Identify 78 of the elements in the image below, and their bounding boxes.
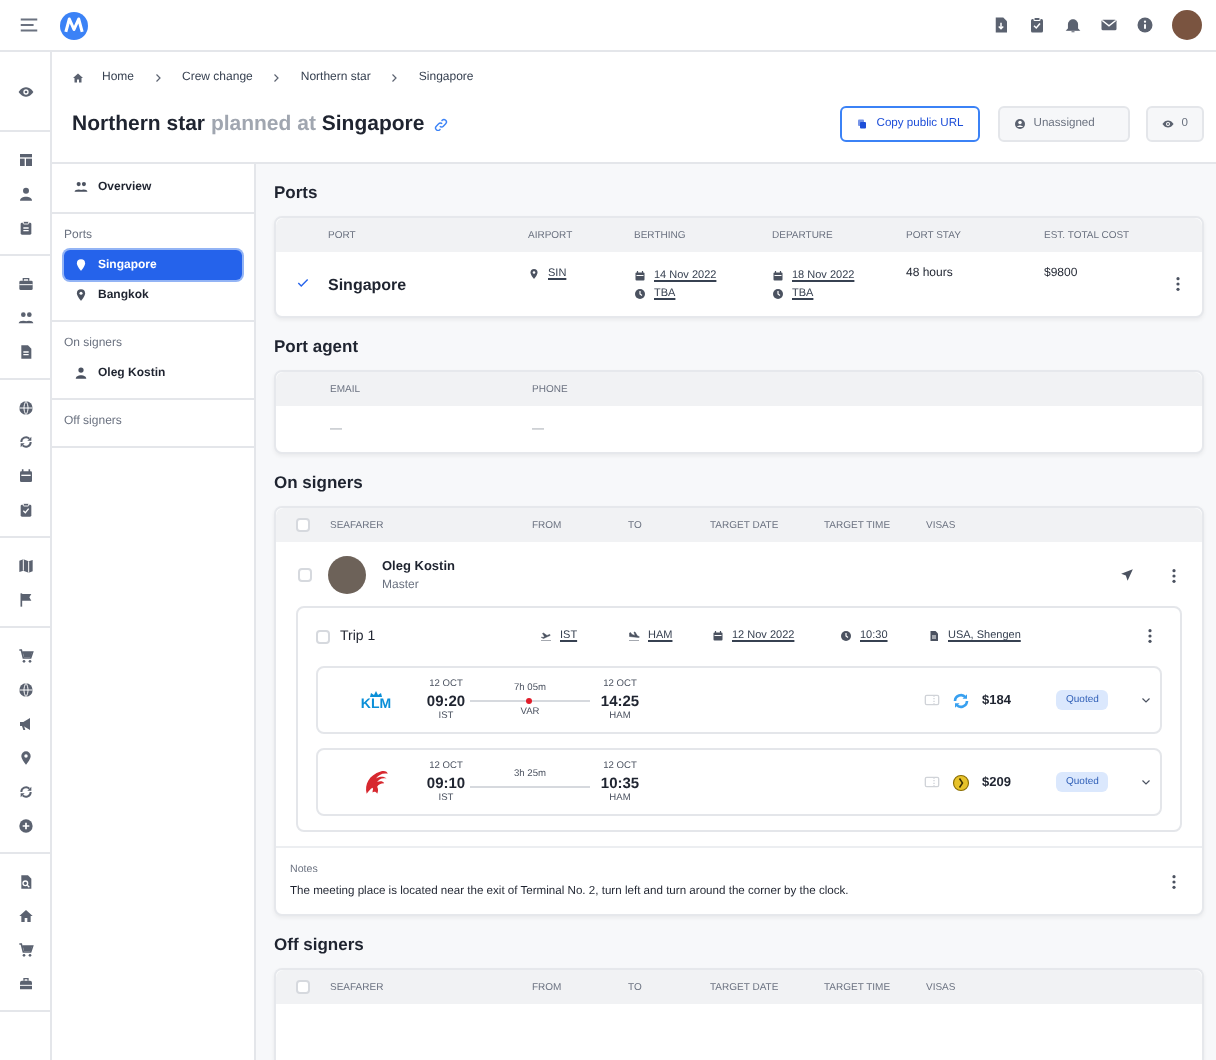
takeoff-icon bbox=[540, 630, 552, 642]
more-icon[interactable] bbox=[1166, 873, 1182, 889]
route-line bbox=[470, 786, 590, 788]
chevron-right-icon bbox=[388, 72, 401, 84]
clipboard-icon[interactable] bbox=[17, 219, 33, 235]
refresh-icon bbox=[952, 691, 970, 709]
eye-icon[interactable] bbox=[17, 83, 33, 99]
section-heading: Ports bbox=[274, 180, 320, 204]
location-pin-icon bbox=[528, 268, 540, 280]
clipboard-check-icon[interactable] bbox=[17, 501, 33, 517]
more-icon[interactable] bbox=[1170, 276, 1186, 292]
document-search-icon[interactable] bbox=[17, 873, 33, 889]
cart-icon[interactable] bbox=[17, 647, 33, 663]
clipboard-check-icon[interactable] bbox=[1028, 16, 1046, 34]
briefcase-icon[interactable] bbox=[17, 275, 33, 291]
copy-icon bbox=[856, 118, 869, 130]
table-cell-text: Singapore bbox=[328, 275, 409, 293]
chevron-right-icon bbox=[270, 72, 283, 84]
location-pin-icon bbox=[74, 288, 88, 302]
route-line bbox=[470, 699, 590, 701]
sync-icon[interactable] bbox=[17, 433, 33, 449]
people-icon[interactable] bbox=[17, 309, 33, 325]
chevron-down-icon[interactable] bbox=[1140, 776, 1152, 788]
notifications-icon[interactable] bbox=[1064, 16, 1082, 34]
home-icon[interactable] bbox=[72, 72, 84, 84]
chevron-down-icon[interactable] bbox=[1140, 694, 1152, 706]
clock-icon bbox=[772, 287, 784, 299]
send-icon[interactable] bbox=[1120, 568, 1134, 582]
ticket-icon bbox=[924, 692, 940, 708]
more-icon[interactable] bbox=[1142, 628, 1158, 644]
document-download-icon[interactable] bbox=[992, 16, 1010, 34]
section-heading: Off signers bbox=[274, 932, 366, 956]
clock-icon bbox=[634, 287, 646, 299]
checkbox[interactable] bbox=[316, 629, 330, 643]
home-icon[interactable] bbox=[17, 907, 33, 923]
people-icon bbox=[74, 180, 88, 194]
document-icon bbox=[928, 630, 940, 642]
info-icon[interactable] bbox=[1136, 16, 1154, 34]
eye-icon bbox=[1161, 118, 1174, 130]
checkbox[interactable] bbox=[296, 518, 310, 532]
calendar-icon bbox=[712, 630, 724, 642]
bird-logo-icon bbox=[362, 768, 390, 796]
document-icon[interactable] bbox=[17, 343, 33, 359]
clock-icon bbox=[840, 630, 852, 642]
checkbox[interactable] bbox=[298, 568, 312, 582]
mail-icon[interactable] bbox=[1100, 16, 1118, 34]
megaphone-icon[interactable] bbox=[17, 715, 33, 731]
checkbox[interactable] bbox=[296, 980, 310, 994]
map-icon[interactable] bbox=[17, 557, 33, 573]
globe-icon[interactable] bbox=[17, 681, 33, 697]
section-heading: Port agent bbox=[274, 334, 361, 358]
calendar-icon bbox=[634, 269, 646, 281]
chevron-right-icon bbox=[152, 72, 165, 84]
landing-icon bbox=[628, 630, 640, 642]
person-icon bbox=[74, 366, 88, 380]
location-pin-icon[interactable] bbox=[17, 749, 33, 765]
page-title: Northern star planned at Singapore bbox=[72, 112, 425, 136]
logo-icon[interactable] bbox=[60, 11, 88, 39]
more-icon[interactable] bbox=[1166, 567, 1182, 583]
link-icon[interactable] bbox=[434, 117, 449, 131]
layout-icon[interactable] bbox=[17, 151, 33, 167]
avatar bbox=[328, 556, 366, 594]
calendar-icon[interactable] bbox=[17, 467, 33, 483]
ticket-icon bbox=[924, 774, 940, 790]
user-avatar[interactable] bbox=[1172, 10, 1202, 40]
location-pin-icon bbox=[74, 258, 88, 272]
user-icon bbox=[1013, 118, 1026, 130]
section-heading: On signers bbox=[274, 470, 365, 494]
calendar-icon bbox=[772, 269, 784, 281]
cart-icon[interactable] bbox=[17, 941, 33, 957]
sync-icon[interactable] bbox=[17, 783, 33, 799]
globe-icon[interactable] bbox=[17, 399, 33, 415]
flag-icon[interactable] bbox=[17, 591, 33, 607]
toolbox-icon[interactable] bbox=[17, 975, 33, 991]
person-icon[interactable] bbox=[17, 185, 33, 201]
coin-icon bbox=[952, 773, 970, 791]
add-icon[interactable] bbox=[17, 817, 33, 833]
menu-icon[interactable] bbox=[18, 14, 40, 36]
